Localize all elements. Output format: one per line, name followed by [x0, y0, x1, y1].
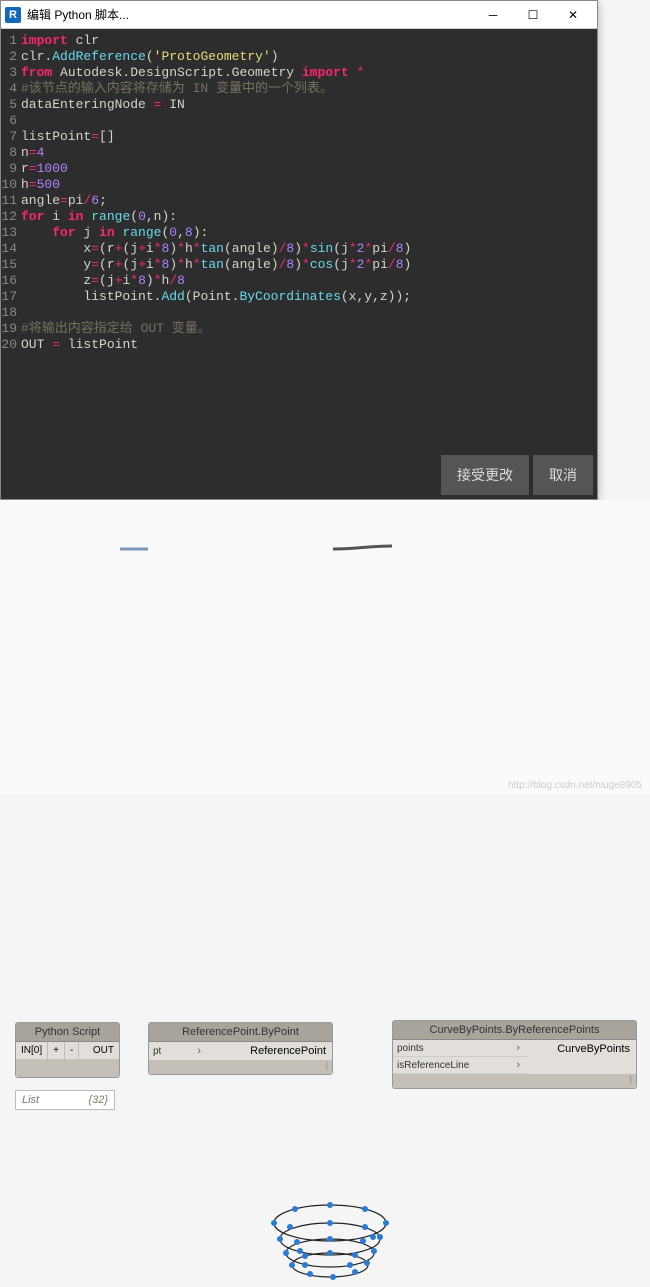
chevron-right-icon: › — [193, 1045, 205, 1057]
list-output-preview[interactable]: List {32} — [15, 1090, 115, 1110]
minimize-button[interactable]: ─ — [473, 2, 513, 28]
port-out[interactable]: OUT — [79, 1042, 119, 1059]
node-canvas[interactable]: Python Script IN[0] + - OUT ReferencePoi… — [0, 500, 650, 795]
python-editor-window: R 编辑 Python 脚本... ─ ☐ ✕ 1234567891011121… — [0, 0, 598, 500]
code-editor[interactable]: 1234567891011121314151617181920 import c… — [1, 29, 597, 455]
port-points[interactable]: points — [397, 1043, 512, 1054]
port-referencepoint-out[interactable]: ReferencePoint — [250, 1045, 326, 1057]
node-curvebypoints[interactable]: CurveByPoints.ByReferencePoints points› … — [392, 1020, 637, 1089]
node-header: Python Script — [16, 1023, 119, 1042]
app-icon: R — [5, 7, 21, 23]
window-title: 编辑 Python 脚本... — [27, 6, 473, 23]
list-count: {32} — [88, 1094, 108, 1106]
maximize-button[interactable]: ☐ — [513, 2, 553, 28]
node-referencepoint[interactable]: ReferencePoint.ByPoint pt › ReferencePoi… — [148, 1022, 333, 1075]
list-label: List — [22, 1094, 39, 1106]
chevron-right-icon: › — [512, 1059, 524, 1071]
node-python-script[interactable]: Python Script IN[0] + - OUT — [15, 1022, 120, 1078]
port-in0[interactable]: IN[0] — [16, 1042, 48, 1059]
node-header: ReferencePoint.ByPoint — [149, 1023, 332, 1042]
port-pt[interactable]: pt — [153, 1046, 193, 1057]
code-content[interactable]: import clrclr.AddReference('ProtoGeometr… — [19, 29, 597, 455]
port-isreferenceline[interactable]: isReferenceLine — [397, 1060, 512, 1071]
port-curvebypoints-out[interactable]: CurveByPoints — [557, 1043, 630, 1055]
chevron-right-icon: › — [512, 1042, 524, 1054]
line-numbers: 1234567891011121314151617181920 — [1, 29, 19, 455]
geometry-preview — [255, 1187, 405, 1287]
remove-input-button[interactable]: - — [65, 1042, 79, 1059]
watermark: http://blog.csdn.net/niuge8905 — [508, 780, 642, 791]
add-input-button[interactable]: + — [48, 1042, 65, 1059]
accept-button[interactable]: 接受更改 — [441, 455, 529, 495]
cancel-button[interactable]: 取消 — [533, 455, 593, 495]
titlebar: R 编辑 Python 脚本... ─ ☐ ✕ — [1, 1, 597, 29]
node-header: CurveByPoints.ByReferencePoints — [393, 1021, 636, 1040]
close-button[interactable]: ✕ — [553, 2, 593, 28]
